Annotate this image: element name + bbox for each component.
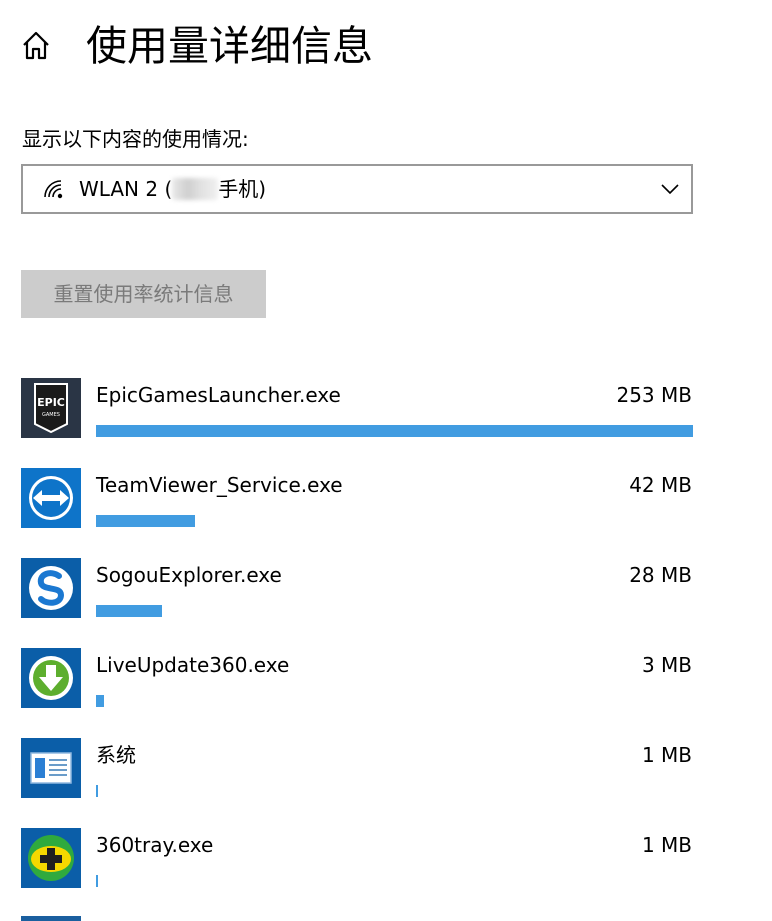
app-usage-list: EPIC GAMES EpicGamesLauncher.exe 253 MB … — [0, 378, 772, 918]
selected-network-label: WLAN 2 ( 手机) — [79, 174, 266, 204]
usage-bar-track — [96, 515, 693, 527]
home-icon[interactable] — [20, 28, 52, 62]
usage-bar — [96, 515, 195, 527]
usage-bar-track — [96, 785, 693, 797]
app-usage-row: EPIC GAMES EpicGamesLauncher.exe 253 MB — [0, 378, 772, 468]
network-select-dropdown[interactable]: WLAN 2 ( 手机) — [21, 164, 693, 214]
usage-filter-label: 显示以下内容的使用情况: — [22, 127, 249, 151]
chevron-down-icon — [661, 184, 679, 195]
sogou-explorer-icon — [21, 558, 81, 618]
redacted-text — [172, 178, 219, 200]
epic-games-icon: EPIC GAMES — [21, 378, 81, 438]
app-usage-row: 系统 1 MB — [0, 738, 772, 828]
app-usage-value: 1 MB — [641, 833, 692, 857]
app-name: EpicGamesLauncher.exe — [96, 383, 341, 407]
app-usage-value: 253 MB — [616, 383, 692, 407]
svg-text:GAMES: GAMES — [42, 412, 60, 418]
usage-bar — [96, 875, 98, 887]
usage-bar — [96, 605, 162, 617]
app-name: TeamViewer_Service.exe — [96, 473, 343, 497]
app-usage-value: 3 MB — [641, 653, 692, 677]
app-usage-row: SogouExplorer.exe 28 MB — [0, 558, 772, 648]
app-usage-row: LiveUpdate360.exe 3 MB — [0, 648, 772, 738]
usage-bar — [96, 695, 104, 707]
app-usage-value: 28 MB — [629, 563, 692, 587]
usage-bar — [96, 425, 693, 437]
app-usage-row: 360tray.exe 1 MB — [0, 828, 772, 918]
reset-usage-stats-button[interactable]: 重置使用率统计信息 — [21, 270, 266, 318]
svg-text:EPIC: EPIC — [37, 396, 65, 409]
app-usage-value: 1 MB — [641, 743, 692, 767]
selected-network-suffix: 手机) — [218, 177, 267, 201]
app-usage-row: TeamViewer_Service.exe 42 MB — [0, 468, 772, 558]
system-icon — [21, 738, 81, 798]
app-icon — [21, 916, 81, 921]
wifi-icon — [44, 180, 63, 199]
liveupdate360-icon — [21, 648, 81, 708]
app-name: SogouExplorer.exe — [96, 563, 282, 587]
app-name: LiveUpdate360.exe — [96, 653, 290, 677]
usage-bar-track — [96, 605, 693, 617]
selected-network-prefix: WLAN 2 ( — [79, 177, 173, 201]
usage-bar-track — [96, 695, 693, 707]
usage-bar-track — [96, 875, 693, 887]
usage-bar-track — [96, 425, 693, 437]
360-tray-icon — [21, 828, 81, 888]
app-usage-value: 42 MB — [629, 473, 692, 497]
usage-bar — [96, 785, 98, 797]
page-title: 使用量详细信息 — [86, 22, 373, 70]
app-name: 系统 — [96, 743, 136, 767]
app-name: 360tray.exe — [96, 833, 214, 857]
teamviewer-icon — [21, 468, 81, 528]
